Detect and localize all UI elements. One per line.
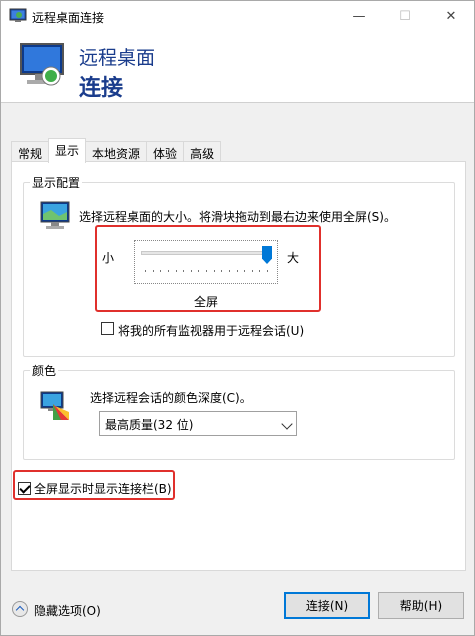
connection-bar-checkbox[interactable] (18, 482, 31, 495)
slider-tick (145, 270, 146, 272)
chevron-down-icon (281, 418, 293, 430)
colors-label: 颜色 (30, 362, 59, 379)
tab-strip: 常规 显示 本地资源 体验 高级 (11, 138, 222, 163)
chevron-up-icon[interactable] (12, 601, 28, 617)
help-button[interactable]: 帮助(H) (378, 592, 464, 619)
title-bar[interactable]: 远程桌面连接 — ☐ ✕ (1, 1, 474, 32)
help-button-label: 帮助(H) (399, 599, 443, 613)
monitor-icon (40, 201, 70, 229)
color-palette-icon (40, 391, 69, 420)
slider-tick (183, 270, 185, 272)
slider-ticks (145, 270, 268, 273)
slider-tick (228, 270, 230, 272)
slider-tick (167, 270, 169, 272)
slider-tick (190, 270, 192, 272)
remote-desktop-window: 远程桌面连接 — ☐ ✕ 远程桌面 连接 常规 显示 本地资源 体验 高级 显示… (0, 0, 475, 636)
slider-tick (175, 270, 177, 272)
colors-description: 选择远程会话的颜色深度(C)。 (90, 391, 252, 405)
use-all-monitors-checkbox[interactable] (101, 322, 114, 335)
slider-tick (251, 270, 253, 272)
slider-tick (259, 270, 261, 272)
display-description: 选择远程桌面的大小。将滑块拖动到最右边来使用全屏(S)。 (79, 210, 396, 224)
slider-tick (198, 270, 200, 272)
connect-button[interactable]: 连接(N) (284, 592, 370, 619)
remote-desktop-large-icon (20, 43, 64, 86)
tab-experience[interactable]: 体验 (146, 141, 185, 163)
header-separator (1, 102, 474, 103)
window-title: 远程桌面连接 (32, 11, 105, 25)
header-title-line1: 远程桌面 (79, 47, 156, 69)
slider-tick (221, 270, 223, 272)
slider-tick (160, 270, 162, 272)
slider-track (141, 246, 272, 264)
close-icon: ✕ (445, 9, 457, 24)
slider-tick (206, 270, 207, 272)
tab-general[interactable]: 常规 (11, 141, 50, 163)
use-all-monitors-label[interactable]: 将我的所有监视器用于远程会话(U) (118, 322, 304, 339)
slider-tick (236, 270, 238, 272)
resolution-slider[interactable] (134, 240, 278, 284)
display-config-group: 显示配置 选择远程桌面的大小。将滑块拖动到最右边来使用全屏(S)。 小 大 全屏 (23, 174, 455, 357)
remote-desktop-icon (9, 8, 27, 22)
minimize-icon: — (352, 9, 366, 24)
slider-tick (213, 270, 215, 272)
slider-fill (142, 252, 272, 254)
slider-tick (244, 270, 246, 272)
display-tab-panel: 显示配置 选择远程桌面的大小。将滑块拖动到最右边来使用全屏(S)。 小 大 全屏 (11, 161, 466, 571)
maximize-icon: ☐ (399, 9, 411, 24)
slider-min-label: 小 (102, 251, 115, 265)
slider-max-label: 大 (287, 251, 300, 265)
connection-bar-label[interactable]: 全屏显示时显示连接栏(B) (34, 480, 172, 497)
display-config-label: 显示配置 (30, 174, 83, 191)
tab-display[interactable]: 显示 (48, 138, 87, 163)
tab-advanced[interactable]: 高级 (183, 141, 222, 163)
slider-value-label: 全屏 (194, 295, 219, 309)
connect-button-label: 连接(N) (305, 599, 349, 613)
maximize-button[interactable]: ☐ (382, 1, 428, 32)
color-depth-select[interactable]: 最高质量(32 位) (99, 411, 297, 436)
slider-thumb[interactable] (262, 246, 272, 264)
close-button[interactable]: ✕ (428, 1, 474, 32)
header-banner: 远程桌面 连接 (1, 32, 474, 102)
color-depth-value: 最高质量(32 位) (105, 418, 194, 432)
header-title-line2: 连接 (79, 76, 124, 101)
colors-group: 颜色 选择远程会话的颜色深度(C)。 最高质量(32 位) (23, 362, 455, 460)
tab-local-resources[interactable]: 本地资源 (85, 141, 148, 163)
hide-options-link[interactable]: 隐藏选项(O) (34, 602, 101, 619)
slider-tick (267, 270, 268, 272)
slider-tick (152, 270, 154, 272)
minimize-button[interactable]: — (336, 1, 382, 32)
